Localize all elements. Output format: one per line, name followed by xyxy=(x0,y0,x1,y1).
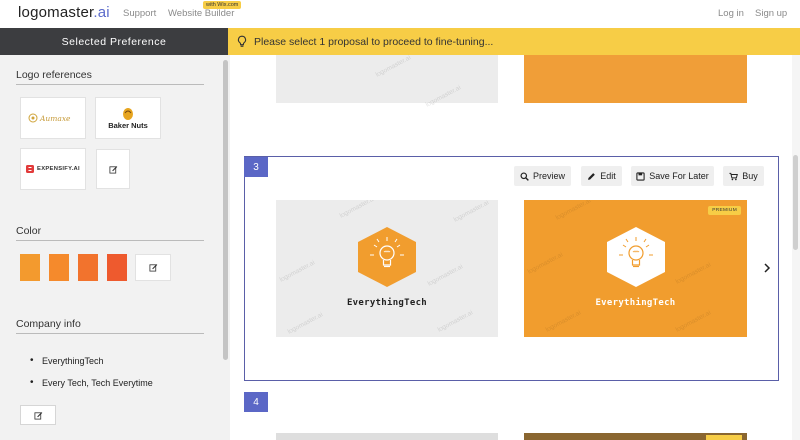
chevron-right-icon[interactable] xyxy=(762,262,772,274)
watermark-text: logomaster.ai xyxy=(426,263,465,288)
premium-badge xyxy=(706,435,742,440)
color-swatch[interactable] xyxy=(49,254,69,281)
nav-website-builder-link[interactable]: Website Builder xyxy=(168,8,234,19)
login-link[interactable]: Log in xyxy=(718,8,744,19)
main-scrollbar-thumb[interactable] xyxy=(793,155,798,250)
watermark-text: logomaster.ai xyxy=(374,54,413,79)
company-info-title: Company info xyxy=(16,318,81,330)
save-for-later-button[interactable]: Save For Later xyxy=(631,166,714,186)
previous-proposal-color-preview[interactable] xyxy=(524,55,747,103)
edit-icon xyxy=(33,411,42,420)
logo-preview-light[interactable]: logomaster.ai logomaster.ai logomaster.a… xyxy=(276,200,498,337)
banner-text: Please select 1 proposal to proceed to f… xyxy=(254,35,494,48)
watermark-text: logomaster.ai xyxy=(286,311,325,336)
pencil-icon xyxy=(588,172,596,180)
section-divider xyxy=(16,84,204,85)
color-swatch[interactable] xyxy=(78,254,98,281)
logo-references-title: Logo references xyxy=(16,69,92,81)
buy-button-label: Buy xyxy=(742,171,758,181)
buy-button[interactable]: Buy xyxy=(723,166,764,186)
expensify-logo-text: EXPENSIFY.AI xyxy=(37,166,80,172)
brand-name: logomaster xyxy=(18,4,94,21)
aumaxe-logo: Aumaxe xyxy=(28,113,71,123)
watermark-text: logomaster.ai xyxy=(674,309,713,334)
lightbulb-hexagon-logo xyxy=(607,227,665,287)
logo-reference-baker-nuts[interactable]: Baker Nuts xyxy=(95,97,161,139)
shopping-cart-icon xyxy=(729,172,739,180)
watermark-text: logomaster.ai xyxy=(436,309,475,334)
brand-suffix: .ai xyxy=(93,4,110,21)
watermark-text: logomaster.ai xyxy=(526,251,565,276)
logo-reference-expensify[interactable]: EXPENSIFY.AI xyxy=(20,148,86,190)
watermark-text: logomaster.ai xyxy=(278,259,317,284)
premium-badge: PREMIUM xyxy=(708,206,741,215)
section-divider xyxy=(16,333,204,334)
edit-company-info-button[interactable] xyxy=(20,405,56,425)
company-slogan-item: Every Tech, Tech Everytime xyxy=(30,377,153,388)
logo-wordmark: EverythingTech xyxy=(595,298,676,308)
proposal-number-badge: 3 xyxy=(244,157,268,177)
watermark-text: logomaster.ai xyxy=(674,261,713,286)
preview-button-label: Preview xyxy=(532,171,565,181)
brand-logo[interactable]: logomaster.ai xyxy=(18,4,110,21)
nav-support-link[interactable]: Support xyxy=(123,8,156,19)
watermark-text: logomaster.ai xyxy=(554,200,593,222)
watermark-text: logomaster.ai xyxy=(544,309,583,334)
lightbulb-icon xyxy=(237,35,247,47)
baker-nuts-logo-text: Baker Nuts xyxy=(108,120,148,130)
sidebar-scrollbar-thumb[interactable] xyxy=(223,60,228,360)
signup-link[interactable]: Sign up xyxy=(755,8,787,19)
floppy-disk-icon xyxy=(636,171,645,181)
watermark-text: logomaster.ai xyxy=(424,84,463,109)
edit-icon xyxy=(108,165,117,174)
selected-preference-header: Selected Preference xyxy=(0,28,228,55)
logo-wordmark: EverythingTech xyxy=(346,298,428,308)
proposal-number-badge: 4 xyxy=(244,392,268,412)
edit-button[interactable]: Edit xyxy=(581,166,622,186)
next-proposal-gray-preview[interactable] xyxy=(276,433,498,440)
edit-button-label: Edit xyxy=(600,171,616,181)
watermark-text: logomaster.ai xyxy=(338,200,377,220)
logo-reference-aumaxe[interactable]: Aumaxe xyxy=(20,97,86,139)
color-title: Color xyxy=(16,225,42,237)
edit-colors-button[interactable] xyxy=(135,254,171,281)
color-swatch[interactable] xyxy=(107,254,127,281)
preview-button[interactable]: Preview xyxy=(514,166,571,186)
color-swatch[interactable] xyxy=(20,254,40,281)
wix-badge: with Wix.com xyxy=(203,1,242,9)
selection-banner: Please select 1 proposal to proceed to f… xyxy=(228,28,800,55)
edit-logo-references-button[interactable] xyxy=(96,149,130,189)
edit-icon xyxy=(148,264,157,272)
expensify-logo-mark xyxy=(26,165,35,173)
top-navigation-bar: logomaster.ai Support Website Builder wi… xyxy=(0,0,800,28)
section-divider xyxy=(16,240,204,241)
baker-nuts-logo-mark xyxy=(123,107,133,120)
save-for-later-label: Save For Later xyxy=(649,171,709,181)
company-name-item: EverythingTech xyxy=(30,355,103,366)
aumaxe-logo-text: Aumaxe xyxy=(39,114,71,123)
previous-proposal-gray-preview[interactable]: logomaster.ai logomaster.ai xyxy=(276,54,498,109)
search-icon xyxy=(520,171,529,181)
lightbulb-hexagon-logo xyxy=(358,227,416,287)
watermark-text: logomaster.ai xyxy=(452,200,491,224)
logo-preview-orange[interactable]: logomaster.ai logomaster.ai logomaster.a… xyxy=(524,200,747,337)
